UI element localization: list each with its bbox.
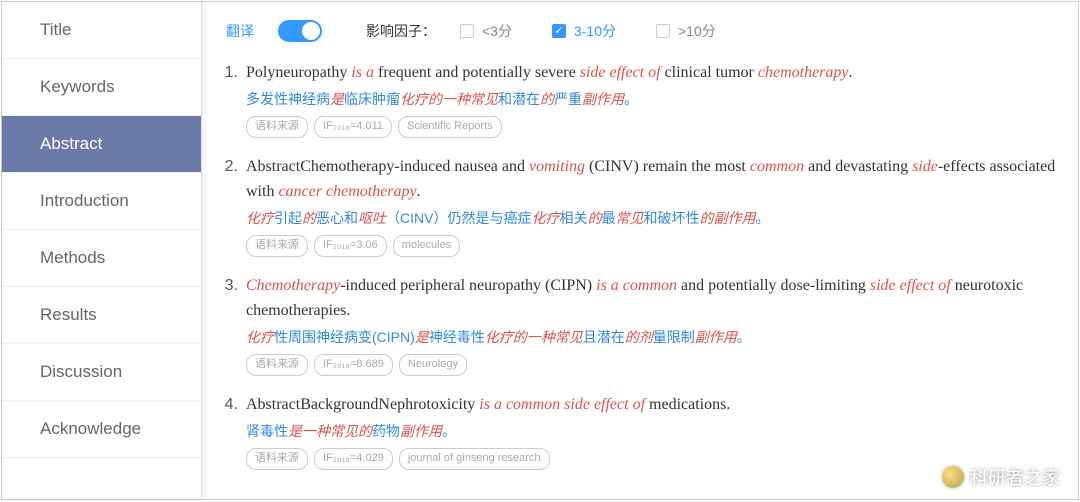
filter-bar: 翻译 影响因子： <3分 ✓ 3-10分 >10分: [214, 14, 1060, 60]
sidebar-item-abstract[interactable]: Abstract: [2, 116, 201, 173]
checkbox-label: 3-10分: [574, 21, 616, 41]
result-number: 1.: [218, 60, 246, 138]
result-number: 4.: [218, 392, 246, 470]
tag-if[interactable]: IF₂₀₁₈=4.011: [314, 116, 392, 138]
tag-if[interactable]: IF₂₀₁₈=3.06: [314, 235, 387, 257]
tag-src[interactable]: 语料来源: [246, 448, 308, 470]
chinese-translation: 多发性神经病是临床肿瘤化疗的一种常见和潜在的严重副作用。: [246, 88, 1060, 110]
chinese-translation: 化疗性周围神经病变(CIPN)是神经毒性化疗的一种常见且潜在的剂量限制副作用。: [246, 326, 1060, 348]
checkbox-icon: [460, 24, 474, 38]
tag-journal[interactable]: Scientific Reports: [398, 116, 502, 138]
tag-journal[interactable]: molecules: [393, 235, 461, 257]
main-panel: 翻译 影响因子： <3分 ✓ 3-10分 >10分 1.Polyneuropathy …: [202, 2, 1078, 499]
tag-src[interactable]: 语料来源: [246, 235, 308, 257]
result-item: 4.AbstractBackgroundNephrotoxicity is a …: [218, 392, 1060, 470]
tag-if[interactable]: IF₂₀₁₈=4.029: [314, 448, 393, 470]
tag-row: 语料来源 IF₂₀₁₈=8.689 Neurology: [246, 354, 1060, 376]
result-body: Chemotherapy-induced peripheral neuropat…: [246, 273, 1060, 376]
impact-factor-label: 影响因子：: [366, 21, 436, 41]
wechat-icon: [942, 466, 964, 488]
tag-src[interactable]: 语料来源: [246, 354, 308, 376]
tag-row: 语料来源 IF₂₀₁₈=3.06 molecules: [246, 235, 1060, 257]
watermark-text: 科研者之家: [970, 464, 1060, 490]
result-item: 3.Chemotherapy-induced peripheral neurop…: [218, 273, 1060, 376]
sidebar-item-methods[interactable]: Methods: [2, 230, 201, 287]
result-number: 2.: [218, 154, 246, 257]
checkbox-label: <3分: [482, 21, 512, 41]
sidebar-item-discussion[interactable]: Discussion: [2, 344, 201, 401]
filter-checkbox->10分[interactable]: >10分: [656, 21, 716, 41]
english-sentence: Polyneuropathy is a frequent and potenti…: [246, 60, 1060, 86]
filter-checkbox-<3分[interactable]: <3分: [460, 21, 512, 41]
result-body: AbstractBackgroundNephrotoxicity is a co…: [246, 392, 1060, 470]
filter-checkbox-3-10分[interactable]: ✓ 3-10分: [552, 21, 616, 41]
result-body: Polyneuropathy is a frequent and potenti…: [246, 60, 1060, 138]
english-sentence: Chemotherapy-induced peripheral neuropat…: [246, 273, 1060, 324]
sidebar-item-introduction[interactable]: Introduction: [2, 173, 201, 230]
sidebar-item-keywords[interactable]: Keywords: [2, 59, 201, 116]
tag-journal[interactable]: Neurology: [399, 354, 467, 376]
filter-options: <3分 ✓ 3-10分 >10分: [460, 21, 716, 41]
watermark: 科研者之家: [942, 464, 1060, 490]
result-item: 2.AbstractChemotherapy-induced nausea an…: [218, 154, 1060, 257]
sidebar: TitleKeywordsAbstractIntroductionMethods…: [2, 2, 202, 499]
chinese-translation: 肾毒性是一种常见的药物副作用。: [246, 420, 1060, 442]
sidebar-item-results[interactable]: Results: [2, 287, 201, 344]
checkbox-label: >10分: [678, 21, 716, 41]
checkbox-icon: ✓: [552, 24, 566, 38]
tag-journal[interactable]: journal of ginseng research: [399, 448, 550, 470]
sidebar-item-acknowledge[interactable]: Acknowledge: [2, 401, 201, 458]
result-number: 3.: [218, 273, 246, 376]
tag-if[interactable]: IF₂₀₁₈=8.689: [314, 354, 393, 376]
app-container: TitleKeywordsAbstractIntroductionMethods…: [1, 1, 1079, 500]
translate-label: 翻译: [226, 21, 254, 41]
tag-row: 语料来源 IF₂₀₁₈=4.011 Scientific Reports: [246, 116, 1060, 138]
result-body: AbstractChemotherapy-induced nausea and …: [246, 154, 1060, 257]
chinese-translation: 化疗引起的恶心和呕吐（CINV）仍然是与癌症化疗相关的最常见和破坏性的副作用。: [246, 207, 1060, 229]
sidebar-item-title[interactable]: Title: [2, 2, 201, 59]
results-list: 1.Polyneuropathy is a frequent and poten…: [214, 60, 1060, 470]
english-sentence: AbstractChemotherapy-induced nausea and …: [246, 154, 1060, 205]
english-sentence: AbstractBackgroundNephrotoxicity is a co…: [246, 392, 1060, 418]
checkbox-icon: [656, 24, 670, 38]
tag-row: 语料来源 IF₂₀₁₈=4.029 journal of ginseng resea…: [246, 448, 1060, 470]
tag-src[interactable]: 语料来源: [246, 116, 308, 138]
translate-toggle[interactable]: [278, 20, 322, 42]
result-item: 1.Polyneuropathy is a frequent and poten…: [218, 60, 1060, 138]
